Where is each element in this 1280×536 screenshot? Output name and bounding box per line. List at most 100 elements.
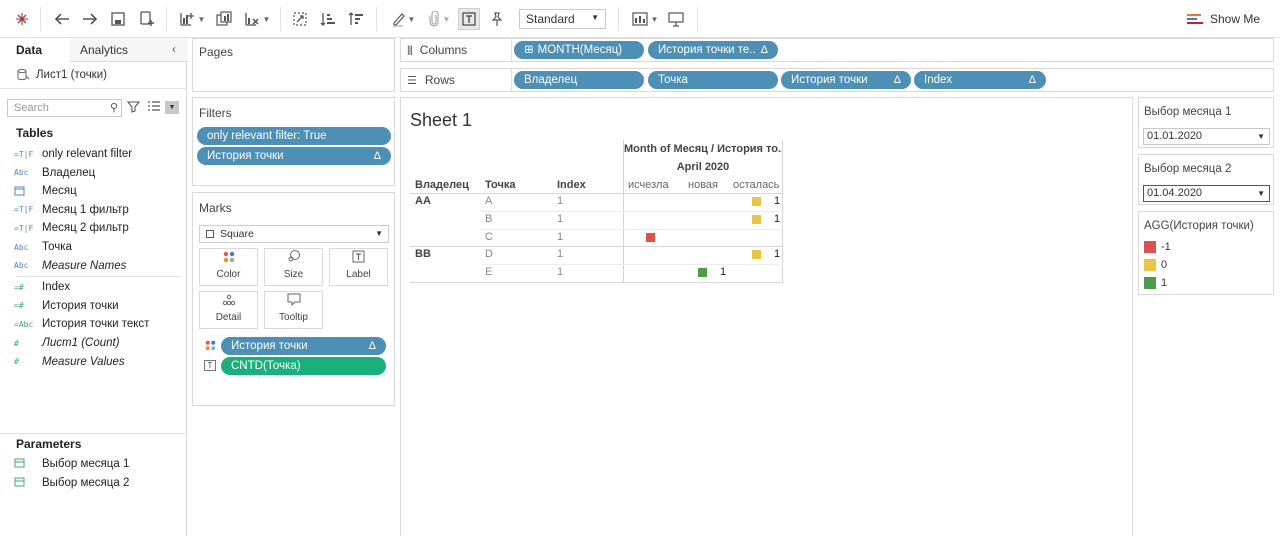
point-cell[interactable]: B: [485, 213, 492, 225]
dimension-field[interactable]: Abc Точка: [0, 238, 186, 256]
marks-label-pill[interactable]: CNTD(Точка): [221, 357, 386, 375]
dimension-field[interactable]: =T|F only relevant filter: [0, 145, 186, 163]
pages-card[interactable]: Pages: [192, 38, 395, 92]
rows-pill[interactable]: Владелец: [514, 71, 644, 89]
string-icon: Abc: [14, 242, 29, 252]
legend-swatch[interactable]: [1144, 259, 1156, 271]
legend-label[interactable]: -1: [1161, 241, 1171, 253]
number-calc-icon: =#: [14, 301, 24, 311]
legend-label[interactable]: 0: [1161, 259, 1167, 271]
data-mark[interactable]: [752, 215, 761, 224]
sort-ascending-icon[interactable]: [318, 8, 338, 30]
filter-pill[interactable]: only relevant filter: True: [197, 127, 391, 145]
data-mark[interactable]: [752, 197, 761, 206]
columns-pill[interactable]: История точки те.. Δ: [648, 41, 778, 59]
datasource-item[interactable]: Лист1 (точки): [16, 67, 186, 83]
data-mark[interactable]: [752, 250, 761, 259]
parameter-item[interactable]: Выбор месяца 1: [0, 455, 186, 473]
marks-card: Marks Square ▼ Color Size Label Detail T…: [192, 192, 395, 406]
fix-axes-pin-icon[interactable]: [486, 8, 508, 30]
point-cell[interactable]: A: [485, 195, 492, 207]
column-header-month[interactable]: April 2020: [624, 161, 782, 173]
show-me-button[interactable]: Show Me: [1186, 8, 1266, 30]
point-cell[interactable]: D: [485, 248, 493, 260]
worksheet-view[interactable]: Sheet 1 Month of Месяц / История то.. Ap…: [400, 97, 1132, 536]
rows-label: Rows: [424, 73, 455, 87]
save-icon[interactable]: [108, 8, 128, 30]
dimension-field[interactable]: Abc Measure Names: [0, 257, 186, 275]
index-cell[interactable]: 1: [557, 231, 563, 243]
show-cards-icon[interactable]: ▼: [630, 8, 660, 30]
tab-analytics[interactable]: Analytics: [70, 38, 187, 62]
tab-data[interactable]: Data: [0, 38, 70, 62]
show-mark-labels-icon[interactable]: [458, 8, 480, 30]
rows-pill[interactable]: История точки Δ: [781, 71, 911, 89]
field-name: Месяц 2 фильтр: [42, 222, 129, 235]
undo-icon[interactable]: [52, 8, 72, 30]
row-header-owner[interactable]: Владелец: [415, 179, 469, 191]
mark-type-value: Square: [220, 228, 254, 240]
data-mark[interactable]: [698, 268, 707, 277]
column-header-title[interactable]: Month of Месяц / История то..: [624, 143, 782, 155]
label-button[interactable]: Label: [329, 248, 388, 286]
new-datasource-icon[interactable]: [136, 8, 158, 30]
presentation-mode-icon[interactable]: [666, 8, 686, 30]
data-mark[interactable]: [646, 233, 655, 242]
detail-button[interactable]: Detail: [199, 291, 258, 329]
index-cell[interactable]: 1: [557, 213, 563, 225]
number-icon: #: [14, 357, 19, 367]
column-category[interactable]: осталась: [733, 179, 779, 191]
row-header-point[interactable]: Точка: [485, 179, 515, 191]
field-name: Месяц: [42, 185, 77, 198]
color-button[interactable]: Color: [199, 248, 258, 286]
columns-pill[interactable]: ⊞ MONTH(Месяц): [514, 41, 644, 59]
legend-label[interactable]: 1: [1161, 277, 1167, 289]
index-cell[interactable]: 1: [557, 195, 563, 207]
rows-pill[interactable]: Index Δ: [914, 71, 1046, 89]
tableau-logo-icon[interactable]: [12, 8, 32, 30]
swap-rows-columns-icon[interactable]: [290, 8, 310, 30]
marks-color-pill[interactable]: История точки Δ: [221, 337, 386, 355]
tooltip-button[interactable]: Tooltip: [264, 291, 323, 329]
mark-type-dropdown[interactable]: Square ▼: [199, 225, 389, 243]
filter-fields-icon[interactable]: [126, 100, 141, 116]
group-members-icon[interactable]: ▼: [424, 8, 454, 30]
index-cell[interactable]: 1: [557, 266, 563, 278]
column-category[interactable]: исчезла: [628, 179, 669, 191]
owner-cell[interactable]: AA: [415, 195, 431, 207]
redo-icon[interactable]: [80, 8, 100, 30]
size-button[interactable]: Size: [264, 248, 323, 286]
measure-field[interactable]: # Measure Values: [0, 353, 186, 371]
parameter-1-dropdown[interactable]: 01.01.2020 ▼: [1143, 128, 1270, 145]
measure-field[interactable]: =# История точки: [0, 297, 186, 315]
legend-swatch[interactable]: [1144, 241, 1156, 253]
column-category[interactable]: новая: [688, 179, 718, 191]
measure-field[interactable]: =Abc История точки текст: [0, 315, 186, 333]
parameter-item[interactable]: Выбор месяца 2: [0, 474, 186, 492]
point-cell[interactable]: E: [485, 266, 492, 278]
dimension-field[interactable]: =T|F Месяц 1 фильтр: [0, 201, 186, 219]
index-cell[interactable]: 1: [557, 248, 563, 260]
fit-dropdown[interactable]: Standard ▼: [519, 9, 606, 29]
row-header-index[interactable]: Index: [557, 179, 586, 191]
rows-pill[interactable]: Точка: [648, 71, 778, 89]
dimension-field[interactable]: Месяц: [0, 182, 186, 200]
parameter-2-dropdown[interactable]: 01.04.2020 ▼: [1143, 185, 1270, 202]
pane-menu-icon[interactable]: ▼: [165, 101, 179, 114]
collapse-pane-icon[interactable]: ‹: [172, 42, 176, 56]
owner-cell[interactable]: BB: [415, 248, 431, 260]
view-options-icon[interactable]: [148, 101, 160, 115]
point-cell[interactable]: C: [485, 231, 493, 243]
new-worksheet-icon[interactable]: ▼: [176, 8, 208, 30]
measure-field[interactable]: # Лист1 (Count): [0, 334, 186, 352]
clear-sheet-icon[interactable]: ▼: [240, 8, 274, 30]
dimension-field[interactable]: Abc Владелец: [0, 164, 186, 182]
sort-descending-icon[interactable]: [346, 8, 366, 30]
dimension-field[interactable]: =T|F Месяц 2 фильтр: [0, 219, 186, 237]
measure-field[interactable]: =# Index: [0, 278, 186, 296]
filter-pill[interactable]: История точки Δ: [197, 147, 391, 165]
highlight-icon[interactable]: ▼: [388, 8, 418, 30]
duplicate-sheet-icon[interactable]: [214, 8, 234, 30]
search-input[interactable]: Search ⚲: [7, 99, 122, 117]
legend-swatch[interactable]: [1144, 277, 1156, 289]
